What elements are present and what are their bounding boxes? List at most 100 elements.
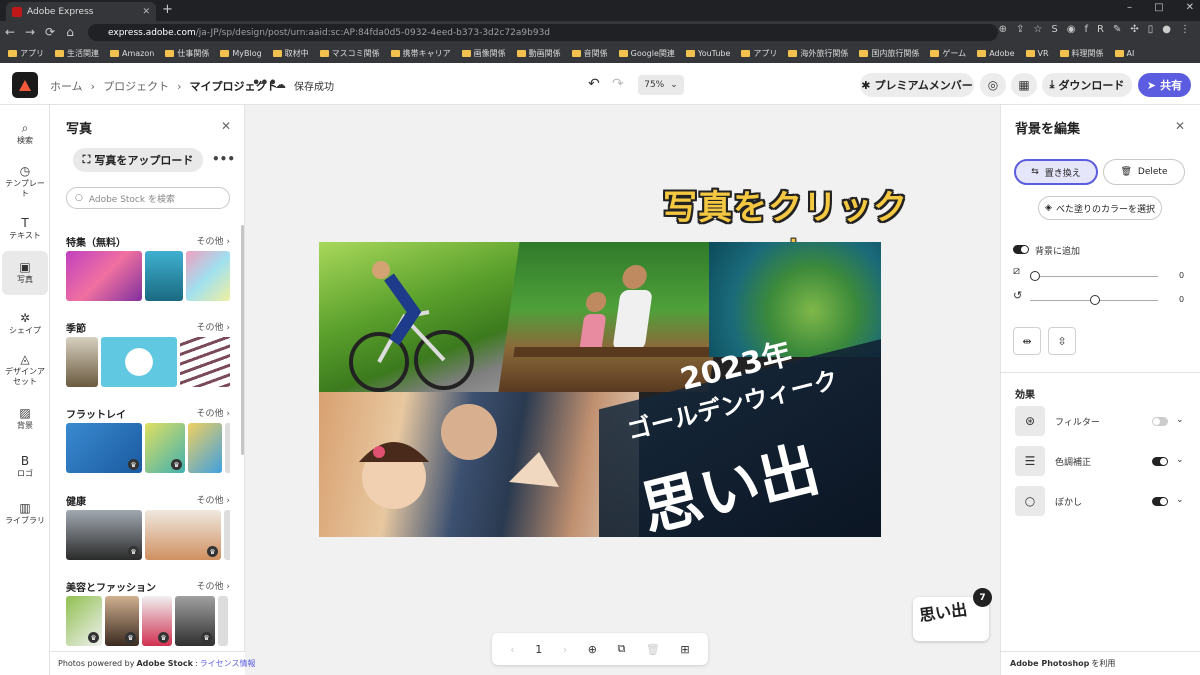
tab-close-icon[interactable]: ✕: [142, 7, 150, 17]
stock-photo-thumbnail[interactable]: ♛: [66, 423, 142, 473]
stock-photo-thumbnail[interactable]: [66, 337, 98, 387]
rail-item-template[interactable]: ◷ テンプレート: [2, 160, 48, 204]
bookmark-item[interactable]: アプリ: [741, 48, 777, 59]
url-field[interactable]: express.adobe.com/ja-JP/sp/design/post/u…: [88, 24, 998, 41]
bookmark-star-icon[interactable]: ☆: [1033, 24, 1042, 35]
minimize-button[interactable]: –: [1127, 2, 1132, 13]
opacity-slider-knob[interactable]: [1030, 271, 1040, 281]
premium-member-button[interactable]: ✱ プレミアムメンバー: [860, 73, 974, 97]
bookmark-item[interactable]: 海外旅行関係: [788, 48, 848, 59]
stock-photo-thumbnail[interactable]: [145, 251, 183, 301]
schedule-button[interactable]: ▦: [1011, 73, 1037, 97]
stock-photo-thumbnail[interactable]: ♛: [175, 596, 215, 646]
design-title-group[interactable]: 2023年 ゴールデンウィーク 思い出: [619, 336, 879, 537]
bookmark-item[interactable]: AI: [1114, 49, 1134, 58]
bookmark-item[interactable]: Adobe: [977, 49, 1015, 58]
upload-photo-button[interactable]: ⛶ 写真をアップロード: [73, 148, 203, 172]
stock-photo-thumbnail[interactable]: [101, 337, 177, 387]
stock-photo-thumbnail[interactable]: [180, 337, 230, 387]
opacity-value[interactable]: 0: [1179, 271, 1184, 280]
bookmark-item[interactable]: マスコミ関係: [319, 48, 380, 59]
bookmark-item[interactable]: Amazon: [110, 49, 154, 58]
flip-vertical-button[interactable]: ⇳: [1048, 327, 1076, 355]
undo-button[interactable]: ↶: [588, 76, 600, 92]
rotation-value[interactable]: 0: [1179, 295, 1184, 304]
rail-item-shape[interactable]: ✲ シェイプ: [2, 302, 48, 346]
stock-search-input[interactable]: ○ Adobe Stock を検索: [66, 187, 230, 209]
bookmark-item[interactable]: 画像関係: [461, 48, 506, 59]
chevron-down-icon[interactable]: ⌄: [1176, 495, 1184, 505]
bookmark-item[interactable]: 携帯キャリア: [390, 48, 451, 59]
opacity-slider-track[interactable]: [1030, 276, 1158, 277]
sidepanel-icon[interactable]: ▯: [1148, 24, 1154, 35]
bookmark-item[interactable]: 国内旅行関係: [859, 48, 919, 59]
puzzle-icon[interactable]: ✣: [1130, 24, 1138, 35]
bookmark-item[interactable]: 取材中: [272, 48, 309, 59]
back-icon[interactable]: ←: [0, 25, 20, 39]
lightbulb-button[interactable]: ◎: [980, 73, 1006, 97]
replace-button[interactable]: ⇆ 置き換え: [1014, 159, 1098, 185]
blur-row[interactable]: ○ ぼかし: [1015, 486, 1082, 516]
share-page-icon[interactable]: ⇪: [1016, 24, 1024, 35]
maximize-button[interactable]: □: [1154, 2, 1163, 13]
rail-item-background[interactable]: ▨ 背景: [2, 397, 48, 441]
extension-icon[interactable]: S: [1051, 24, 1057, 35]
home-icon[interactable]: ⌂: [60, 25, 80, 39]
stock-photo-thumbnail[interactable]: [66, 251, 142, 301]
new-tab-button[interactable]: +: [162, 2, 173, 17]
filter-toggle[interactable]: [1152, 417, 1168, 426]
prev-page-button[interactable]: ‹: [510, 643, 514, 656]
rail-item-asset[interactable]: ◬ デザインアセット: [2, 348, 48, 392]
filter-row[interactable]: ⊛ フィルター: [1015, 406, 1100, 436]
delete-page-icon[interactable]: 🗑: [646, 643, 660, 656]
stock-photo-thumbnail[interactable]: ♛: [142, 596, 172, 646]
breadcrumb-projects[interactable]: プロジェクト: [103, 78, 169, 94]
flip-horizontal-button[interactable]: ⇹: [1013, 327, 1041, 355]
see-more-link[interactable]: その他 ›: [197, 406, 230, 421]
bookmark-item[interactable]: 動画関係: [516, 48, 561, 59]
solid-fill-color-button[interactable]: ◈ べた塗りのカラーを選択: [1038, 196, 1162, 220]
bookmark-item[interactable]: 料理関係: [1059, 48, 1104, 59]
panel-scrollbar[interactable]: [241, 225, 244, 455]
close-window-button[interactable]: ✕: [1186, 2, 1194, 13]
stock-photo-thumbnail[interactable]: ♛: [105, 596, 139, 646]
rail-item-text[interactable]: T テキスト: [2, 207, 48, 251]
see-more-link[interactable]: その他 ›: [197, 320, 230, 335]
panel-close-icon[interactable]: ✕: [221, 119, 231, 133]
download-button[interactable]: ⤓ ダウンロード: [1042, 73, 1132, 97]
stock-photo-thumbnail[interactable]: [188, 423, 222, 473]
stock-photo-thumbnail[interactable]: ♛: [145, 510, 221, 560]
bookmark-item[interactable]: Google関連: [618, 48, 675, 59]
duplicate-page-icon[interactable]: ⧉: [617, 642, 625, 656]
stock-photo-thumbnail[interactable]: [224, 510, 230, 560]
license-link[interactable]: ライセンス情報: [200, 658, 256, 669]
right-panel-close-icon[interactable]: ✕: [1175, 119, 1185, 133]
rail-item-logo[interactable]: B ロゴ: [2, 445, 48, 489]
see-more-link[interactable]: その他 ›: [197, 493, 230, 508]
japanese-couple-photo[interactable]: [319, 392, 639, 537]
blur-toggle[interactable]: [1152, 497, 1168, 506]
stock-photo-thumbnail[interactable]: ♛: [66, 596, 102, 646]
stock-photo-thumbnail[interactable]: [186, 251, 230, 301]
add-to-background-toggle[interactable]: [1013, 245, 1029, 254]
bookmark-item[interactable]: ゲーム: [930, 48, 966, 59]
see-more-link[interactable]: その他 ›: [197, 579, 230, 594]
rail-item-search[interactable]: ⌕ 検索: [2, 112, 48, 156]
rail-item-library[interactable]: ▥ ライブラリ: [2, 492, 48, 536]
extension-icon[interactable]: ✎: [1113, 24, 1121, 35]
profile-avatar[interactable]: ●: [1162, 24, 1171, 35]
design-canvas[interactable]: 2023年 ゴールデンウィーク 思い出: [319, 242, 881, 537]
extension-icon[interactable]: ◉: [1067, 24, 1076, 35]
bookmark-item[interactable]: 音関係: [571, 48, 608, 59]
bookmark-item[interactable]: アプリ: [8, 48, 44, 59]
zoom-select[interactable]: 75% ⌄: [638, 75, 684, 95]
extension-icon[interactable]: f: [1084, 24, 1088, 35]
rail-item-photo[interactable]: ▣ 写真: [2, 251, 48, 295]
browser-tab[interactable]: Adobe Express ✕: [6, 2, 156, 21]
bookmark-item[interactable]: YouTube: [685, 49, 730, 58]
chevron-down-icon[interactable]: ⌄: [1176, 455, 1184, 465]
bookmark-item[interactable]: VR: [1025, 49, 1049, 58]
chevron-down-icon[interactable]: ⌄: [1176, 415, 1184, 425]
breadcrumb-home[interactable]: ホーム: [50, 78, 83, 94]
menu-icon[interactable]: ⋮: [1180, 24, 1190, 35]
